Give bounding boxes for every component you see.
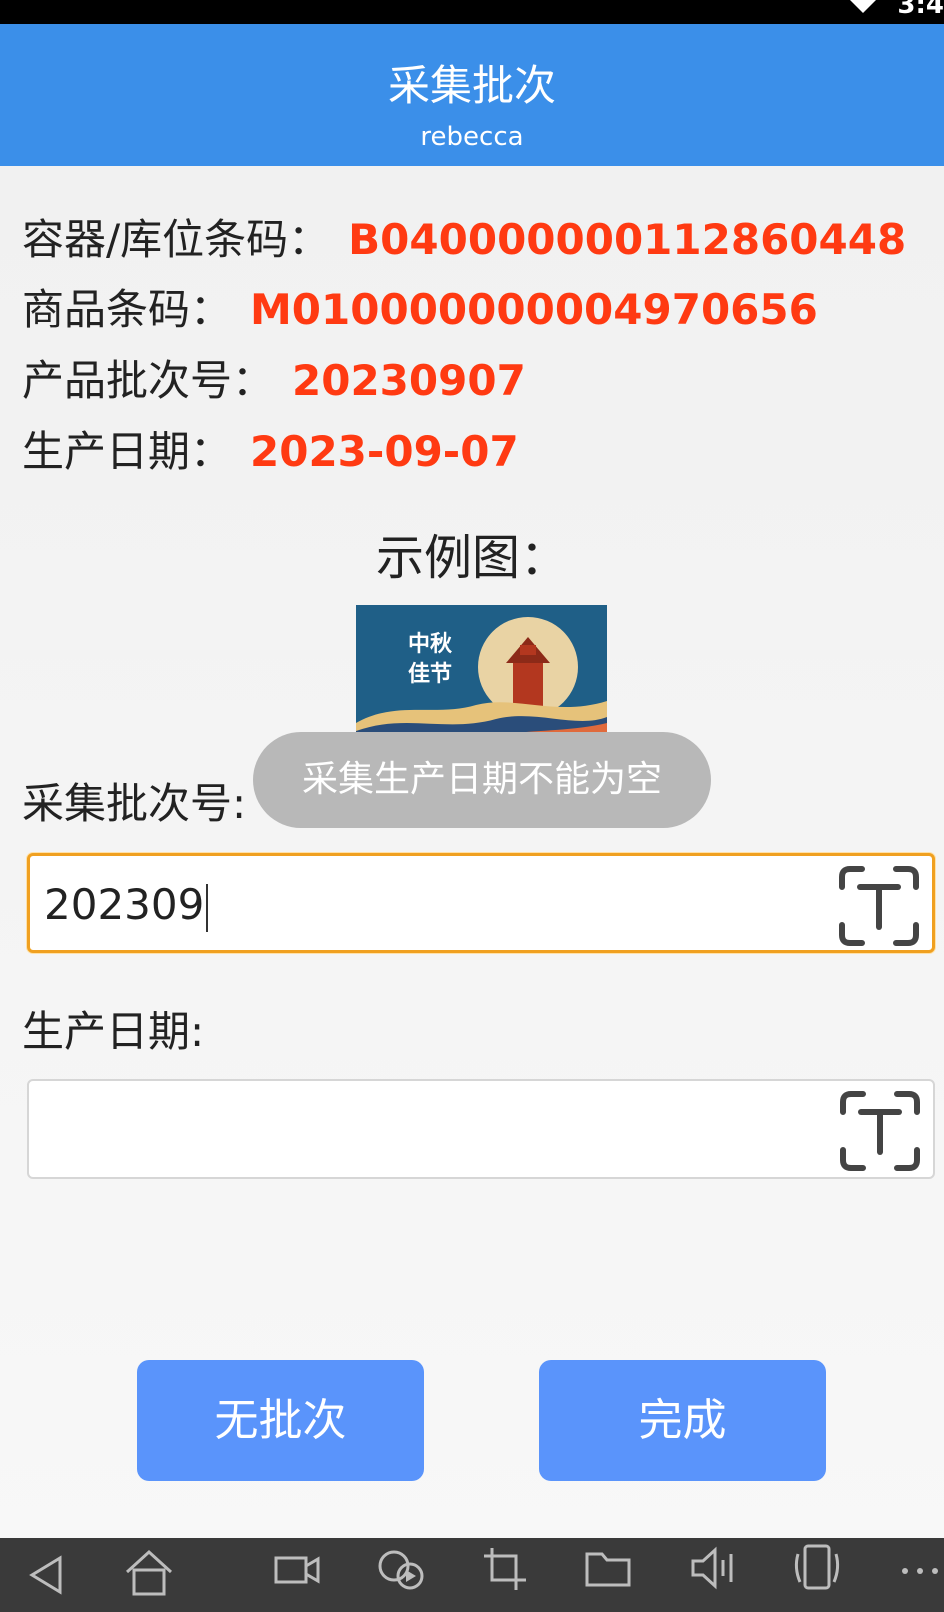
- crop-icon[interactable]: [482, 1546, 528, 1592]
- page-title: 采集批次: [387, 61, 556, 110]
- user-name: rebecca: [420, 122, 524, 152]
- screen-record-icon[interactable]: [274, 1550, 320, 1590]
- batch-number-value: 202309: [44, 880, 205, 929]
- ocr-text-scan-icon[interactable]: [838, 865, 920, 947]
- app-header: 采集批次 rebecca: [0, 24, 944, 166]
- status-bar: 3:4: [0, 0, 944, 24]
- wifi-icon: [850, 0, 876, 13]
- example-image-text: 佳节: [408, 661, 452, 687]
- info-value: 20230907: [292, 356, 526, 405]
- screenshot-video-icon[interactable]: [376, 1546, 426, 1592]
- production-date-input[interactable]: [27, 1079, 935, 1179]
- info-label: 生产日期：: [22, 427, 233, 476]
- example-label: 示例图：: [375, 530, 568, 586]
- info-value: B040000000112860448: [348, 215, 907, 264]
- toast-message: 采集生产日期不能为空: [253, 732, 711, 828]
- home-icon[interactable]: [124, 1548, 174, 1598]
- no-batch-button[interactable]: 无批次: [137, 1360, 424, 1481]
- info-label: 产品批次号：: [22, 356, 275, 405]
- done-button[interactable]: 完成: [539, 1360, 826, 1481]
- info-value: 2023-09-07: [250, 427, 519, 476]
- info-row-production-date: 生产日期： 2023-09-07: [22, 426, 519, 478]
- example-image: 中秋 佳节: [356, 605, 607, 746]
- folder-icon[interactable]: [584, 1548, 632, 1588]
- more-icon[interactable]: [900, 1566, 940, 1576]
- batch-number-input[interactable]: 202309: [27, 853, 935, 953]
- batch-field-label: 采集批次号:: [22, 779, 247, 828]
- ocr-text-scan-icon[interactable]: [839, 1090, 921, 1172]
- info-row-product-barcode: 商品条码： M010000000004970656: [22, 284, 818, 336]
- rotate-phone-icon[interactable]: [792, 1542, 842, 1594]
- info-label: 商品条码：: [22, 285, 233, 334]
- volume-icon[interactable]: [690, 1546, 736, 1590]
- system-nav-bar: [0, 1538, 944, 1612]
- info-row-container-barcode: 容器/库位条码： B040000000112860448: [22, 214, 906, 266]
- info-label: 容器/库位条码：: [22, 215, 331, 264]
- info-row-batch-number: 产品批次号： 20230907: [22, 355, 526, 407]
- text-cursor: [206, 883, 209, 932]
- info-value: M010000000004970656: [250, 285, 818, 334]
- date-field-label: 生产日期:: [22, 1007, 205, 1056]
- example-image-text: 中秋: [408, 631, 453, 657]
- back-icon[interactable]: [28, 1554, 64, 1596]
- status-time: 3:4: [897, 0, 944, 20]
